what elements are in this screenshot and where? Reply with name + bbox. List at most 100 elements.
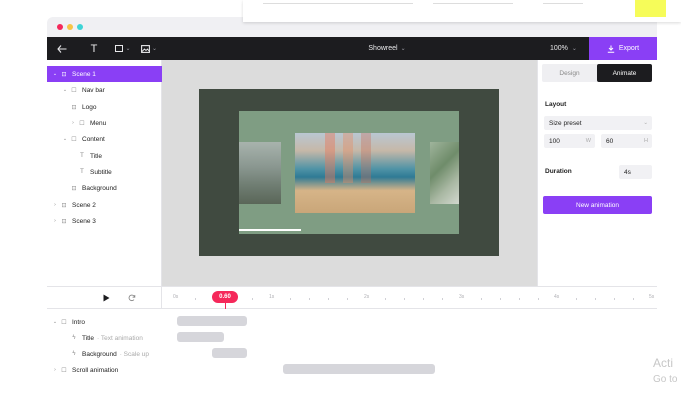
project-title[interactable]: Showreel ⌄: [347, 37, 427, 60]
duration-input[interactable]: 4s: [619, 165, 652, 179]
ruler-label: 3s: [459, 294, 465, 300]
shape-tool-button[interactable]: ⌄: [114, 37, 132, 60]
layer-label: Logo: [82, 103, 97, 111]
track-label: Background: [82, 350, 117, 358]
layer-item-scene-1[interactable]: ⌄ ⊡ Scene 1: [47, 66, 162, 82]
layer-item-nav-bar[interactable]: ⌄ ☐ Nav bar: [47, 82, 162, 98]
ruler-tick: [518, 298, 520, 300]
tab-animate[interactable]: Animate: [597, 64, 652, 82]
panel-tabs: Design Animate: [542, 64, 652, 82]
properties-panel: Design Animate Layout Size preset ⌄ 100 …: [537, 60, 657, 286]
square-icon: [115, 45, 124, 52]
ruler-label: 1s: [269, 294, 275, 300]
close-window-dot[interactable]: [57, 24, 63, 30]
playhead-time-badge[interactable]: 0.60: [212, 291, 238, 303]
timeline-controls: [47, 286, 162, 309]
track-background[interactable]: ϟ Background · Scale up: [47, 346, 162, 362]
chevron-right-icon[interactable]: ›: [51, 367, 59, 373]
timeline-clip-background[interactable]: [212, 348, 247, 358]
chevron-right-icon[interactable]: ›: [51, 202, 59, 208]
layer-item-content[interactable]: ⌄ ☐ Content: [47, 131, 162, 147]
width-input[interactable]: 100 W: [544, 134, 595, 148]
layer-item-scene-2[interactable]: › ⊡ Scene 2: [47, 197, 162, 213]
layer-label: Scene 1: [72, 70, 96, 78]
layer-label: Title: [90, 152, 103, 160]
bolt-icon: ϟ: [72, 335, 76, 341]
text-tool-icon[interactable]: T: [87, 37, 101, 60]
new-animation-button[interactable]: New animation: [543, 196, 652, 214]
timeline-clip-intro[interactable]: [177, 316, 247, 326]
ruler-tick: [575, 298, 577, 300]
scene-icon: ⊡: [61, 71, 67, 78]
activation-watermark-sub: Go to: [653, 374, 678, 385]
left-image-thumbnail[interactable]: [239, 142, 281, 204]
play-icon[interactable]: [103, 294, 110, 302]
image-light-stripe: [361, 133, 371, 183]
export-button[interactable]: Export: [589, 37, 657, 60]
loop-icon[interactable]: [128, 294, 136, 302]
track-label: Scroll animation: [72, 366, 119, 374]
minimize-window-dot[interactable]: [67, 24, 73, 30]
size-preset-select[interactable]: Size preset ⌄: [544, 116, 652, 130]
content-frame[interactable]: [239, 111, 459, 234]
center-beach-image[interactable]: [295, 133, 415, 213]
duration-label: Duration: [545, 168, 572, 175]
ruler-tick: [328, 298, 330, 300]
layer-item-logo[interactable]: ⊡ Logo: [47, 99, 162, 115]
top-toolbar: T ⌄ ⌄ Showreel ⌄ 100% ⌄ Export: [47, 37, 657, 60]
zoom-dropdown[interactable]: 100% ⌄: [550, 37, 577, 60]
layer-label: Subtitle: [90, 168, 112, 176]
frame-icon: ☐: [71, 87, 77, 94]
layer-label: Content: [82, 135, 105, 143]
layer-item-subtitle[interactable]: T Subtitle: [47, 164, 162, 180]
image-icon: ⊡: [71, 104, 77, 111]
scene-frame[interactable]: [199, 89, 499, 256]
ruler-tick: [385, 298, 387, 300]
ruler-label: 4s: [554, 294, 560, 300]
ruler-tick: [404, 298, 406, 300]
chevron-right-icon[interactable]: ›: [69, 120, 77, 126]
ruler-tick: [442, 298, 444, 300]
track-intro[interactable]: ⌄ ☐ Intro: [47, 314, 162, 330]
chevron-down-icon[interactable]: ⌄: [51, 71, 59, 77]
media-tool-button[interactable]: ⌄: [140, 37, 158, 60]
layer-item-background[interactable]: ⊡ Background: [47, 180, 162, 196]
chevron-down-icon: ⌄: [400, 46, 406, 52]
timeline-clip-title[interactable]: [177, 332, 224, 342]
track-title[interactable]: ϟ Title · Text animation: [47, 330, 162, 346]
arrow-left-icon[interactable]: [55, 37, 69, 60]
layer-item-title[interactable]: T Title: [47, 148, 162, 164]
ruler-tick: [613, 298, 615, 300]
ruler-tick: [252, 298, 253, 300]
canvas-area[interactable]: [162, 60, 537, 286]
activation-watermark: Acti: [653, 356, 674, 370]
ruler-tick: [480, 298, 482, 300]
chevron-down-icon[interactable]: ⌄: [51, 319, 59, 325]
zoom-value: 100%: [550, 45, 568, 52]
chevron-down-icon[interactable]: ⌄: [61, 87, 69, 93]
track-animation-type: · Text animation: [97, 334, 143, 342]
layer-item-scene-3[interactable]: › ⊡ Scene 3: [47, 213, 162, 229]
right-palm-image[interactable]: [430, 142, 459, 204]
ruler-tick: [499, 298, 501, 300]
layer-item-menu[interactable]: › ☐ Menu: [47, 115, 162, 131]
width-unit: W: [585, 138, 591, 144]
tab-design[interactable]: Design: [542, 64, 597, 82]
chevron-right-icon[interactable]: ›: [51, 218, 59, 224]
maximize-window-dot[interactable]: [77, 24, 83, 30]
height-input[interactable]: 60 H: [601, 134, 652, 148]
overlay-line: [263, 0, 413, 4]
height-value: 60: [606, 137, 614, 145]
track-label: Intro: [72, 318, 86, 326]
timeline-clip-scroll-animation[interactable]: [283, 364, 435, 374]
chevron-down-icon: ⌄: [151, 46, 158, 52]
ruler-tick: [423, 298, 425, 300]
chevron-down-icon[interactable]: ⌄: [61, 136, 69, 142]
highlight-swatch: [635, 0, 666, 17]
frame-icon: ☐: [61, 319, 67, 326]
image-light-stripe: [343, 133, 353, 183]
track-label: Title: [82, 334, 95, 342]
track-scroll-animation[interactable]: › ☐ Scroll animation: [47, 362, 162, 378]
image-light-stripe: [325, 133, 335, 183]
overlay-line: [433, 0, 513, 4]
